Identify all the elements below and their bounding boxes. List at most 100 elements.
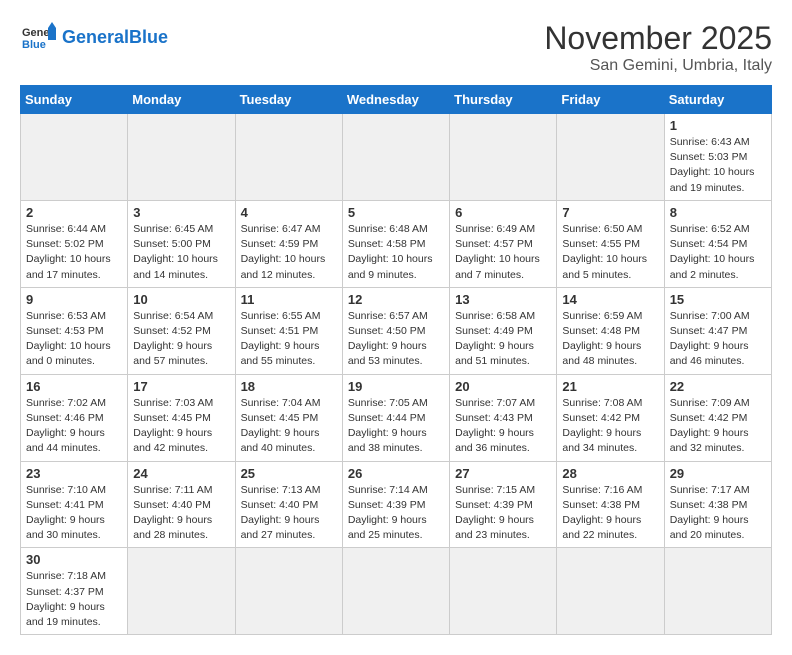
calendar-cell (664, 548, 771, 635)
weekday-header-wednesday: Wednesday (342, 86, 449, 114)
calendar-week-row: 23Sunrise: 7:10 AM Sunset: 4:41 PM Dayli… (21, 461, 772, 548)
day-number: 27 (455, 466, 551, 481)
logo-general: General (62, 27, 129, 47)
day-number: 2 (26, 205, 122, 220)
weekday-header-row: SundayMondayTuesdayWednesdayThursdayFrid… (21, 86, 772, 114)
day-number: 30 (26, 552, 122, 567)
day-info: Sunrise: 6:45 AM Sunset: 5:00 PM Dayligh… (133, 222, 229, 283)
day-info: Sunrise: 6:59 AM Sunset: 4:48 PM Dayligh… (562, 309, 658, 370)
day-info: Sunrise: 7:02 AM Sunset: 4:46 PM Dayligh… (26, 396, 122, 457)
day-number: 24 (133, 466, 229, 481)
calendar-cell: 2 Sunrise: 6:44 AM Sunset: 5:02 PM Daylig… (21, 200, 128, 287)
day-info: Sunrise: 6:53 AM Sunset: 4:53 PM Dayligh… (26, 309, 122, 370)
calendar-cell (128, 114, 235, 201)
weekday-header-tuesday: Tuesday (235, 86, 342, 114)
weekday-header-sunday: Sunday (21, 86, 128, 114)
day-number: 1 (670, 118, 766, 133)
day-info: Sunrise: 6:50 AM Sunset: 4:55 PM Dayligh… (562, 222, 658, 283)
month-title: November 2025 (544, 20, 772, 57)
calendar-cell: 18Sunrise: 7:04 AM Sunset: 4:45 PM Dayli… (235, 374, 342, 461)
day-info: Sunrise: 6:43 AM Sunset: 5:03 PM Dayligh… (670, 135, 766, 196)
day-info: Sunrise: 6:58 AM Sunset: 4:49 PM Dayligh… (455, 309, 551, 370)
weekday-header-friday: Friday (557, 86, 664, 114)
calendar-cell: 26Sunrise: 7:14 AM Sunset: 4:39 PM Dayli… (342, 461, 449, 548)
day-number: 6 (455, 205, 551, 220)
calendar-cell: 9 Sunrise: 6:53 AM Sunset: 4:53 PM Daylig… (21, 287, 128, 374)
calendar-cell: 13 Sunrise: 6:58 AM Sunset: 4:49 PM Dayli… (450, 287, 557, 374)
day-number: 25 (241, 466, 337, 481)
day-info: Sunrise: 7:09 AM Sunset: 4:42 PM Dayligh… (670, 396, 766, 457)
day-info: Sunrise: 7:15 AM Sunset: 4:39 PM Dayligh… (455, 483, 551, 544)
day-info: Sunrise: 7:03 AM Sunset: 4:45 PM Dayligh… (133, 396, 229, 457)
day-info: Sunrise: 7:07 AM Sunset: 4:43 PM Dayligh… (455, 396, 551, 457)
day-number: 9 (26, 292, 122, 307)
calendar-week-row: 9 Sunrise: 6:53 AM Sunset: 4:53 PM Daylig… (21, 287, 772, 374)
day-info: Sunrise: 6:47 AM Sunset: 4:59 PM Dayligh… (241, 222, 337, 283)
logo-icon: General Blue (20, 20, 56, 56)
day-number: 20 (455, 379, 551, 394)
day-info: Sunrise: 7:00 AM Sunset: 4:47 PM Dayligh… (670, 309, 766, 370)
calendar-cell: 25 Sunrise: 7:13 AM Sunset: 4:40 PM Dayli… (235, 461, 342, 548)
calendar-cell: 22 Sunrise: 7:09 AM Sunset: 4:42 PM Dayli… (664, 374, 771, 461)
day-info: Sunrise: 7:04 AM Sunset: 4:45 PM Dayligh… (241, 396, 337, 457)
day-info: Sunrise: 7:05 AM Sunset: 4:44 PM Dayligh… (348, 396, 444, 457)
calendar-cell: 1 Sunrise: 6:43 AM Sunset: 5:03 PM Daylig… (664, 114, 771, 201)
day-info: Sunrise: 7:17 AM Sunset: 4:38 PM Dayligh… (670, 483, 766, 544)
day-info: Sunrise: 7:18 AM Sunset: 4:37 PM Dayligh… (26, 569, 122, 630)
day-number: 17 (133, 379, 229, 394)
page-header: General Blue GeneralBlue November 2025 S… (20, 20, 772, 75)
weekday-header-thursday: Thursday (450, 86, 557, 114)
calendar-cell: 21Sunrise: 7:08 AM Sunset: 4:42 PM Dayli… (557, 374, 664, 461)
calendar-cell (235, 114, 342, 201)
day-number: 7 (562, 205, 658, 220)
calendar-cell: 14Sunrise: 6:59 AM Sunset: 4:48 PM Dayli… (557, 287, 664, 374)
calendar-cell: 24 Sunrise: 7:11 AM Sunset: 4:40 PM Dayli… (128, 461, 235, 548)
day-info: Sunrise: 6:55 AM Sunset: 4:51 PM Dayligh… (241, 309, 337, 370)
calendar-cell: 11Sunrise: 6:55 AM Sunset: 4:51 PM Dayli… (235, 287, 342, 374)
calendar-cell (450, 114, 557, 201)
calendar-cell (557, 114, 664, 201)
day-info: Sunrise: 6:49 AM Sunset: 4:57 PM Dayligh… (455, 222, 551, 283)
calendar-cell: 8 Sunrise: 6:52 AM Sunset: 4:54 PM Daylig… (664, 200, 771, 287)
day-info: Sunrise: 6:48 AM Sunset: 4:58 PM Dayligh… (348, 222, 444, 283)
day-number: 8 (670, 205, 766, 220)
day-number: 19 (348, 379, 444, 394)
calendar-cell: 23Sunrise: 7:10 AM Sunset: 4:41 PM Dayli… (21, 461, 128, 548)
calendar-cell (21, 114, 128, 201)
day-number: 15 (670, 292, 766, 307)
day-number: 29 (670, 466, 766, 481)
day-info: Sunrise: 6:44 AM Sunset: 5:02 PM Dayligh… (26, 222, 122, 283)
calendar-cell: 29 Sunrise: 7:17 AM Sunset: 4:38 PM Dayli… (664, 461, 771, 548)
calendar-week-row: 2 Sunrise: 6:44 AM Sunset: 5:02 PM Daylig… (21, 200, 772, 287)
calendar-week-row: 1 Sunrise: 6:43 AM Sunset: 5:03 PM Daylig… (21, 114, 772, 201)
calendar-cell: 17 Sunrise: 7:03 AM Sunset: 4:45 PM Dayli… (128, 374, 235, 461)
day-number: 13 (455, 292, 551, 307)
logo-blue: Blue (129, 27, 168, 47)
day-number: 22 (670, 379, 766, 394)
calendar-cell: 12Sunrise: 6:57 AM Sunset: 4:50 PM Dayli… (342, 287, 449, 374)
calendar-cell (450, 548, 557, 635)
location-title: San Gemini, Umbria, Italy (544, 57, 772, 75)
calendar-cell: 20 Sunrise: 7:07 AM Sunset: 4:43 PM Dayli… (450, 374, 557, 461)
calendar-cell: 3Sunrise: 6:45 AM Sunset: 5:00 PM Daylig… (128, 200, 235, 287)
calendar-week-row: 30 Sunrise: 7:18 AM Sunset: 4:37 PM Dayli… (21, 548, 772, 635)
day-number: 12 (348, 292, 444, 307)
calendar-cell: 30 Sunrise: 7:18 AM Sunset: 4:37 PM Dayli… (21, 548, 128, 635)
logo: General Blue GeneralBlue (20, 20, 168, 56)
day-info: Sunrise: 7:11 AM Sunset: 4:40 PM Dayligh… (133, 483, 229, 544)
calendar-cell: 19 Sunrise: 7:05 AM Sunset: 4:44 PM Dayli… (342, 374, 449, 461)
calendar-cell: 4 Sunrise: 6:47 AM Sunset: 4:59 PM Daylig… (235, 200, 342, 287)
calendar-cell: 10Sunrise: 6:54 AM Sunset: 4:52 PM Dayli… (128, 287, 235, 374)
weekday-header-monday: Monday (128, 86, 235, 114)
day-info: Sunrise: 7:13 AM Sunset: 4:40 PM Dayligh… (241, 483, 337, 544)
day-number: 5 (348, 205, 444, 220)
day-number: 16 (26, 379, 122, 394)
day-number: 28 (562, 466, 658, 481)
calendar-cell: 6 Sunrise: 6:49 AM Sunset: 4:57 PM Daylig… (450, 200, 557, 287)
day-info: Sunrise: 7:16 AM Sunset: 4:38 PM Dayligh… (562, 483, 658, 544)
day-info: Sunrise: 6:52 AM Sunset: 4:54 PM Dayligh… (670, 222, 766, 283)
title-block: November 2025 San Gemini, Umbria, Italy (544, 20, 772, 75)
calendar-cell (557, 548, 664, 635)
day-number: 4 (241, 205, 337, 220)
day-info: Sunrise: 6:54 AM Sunset: 4:52 PM Dayligh… (133, 309, 229, 370)
